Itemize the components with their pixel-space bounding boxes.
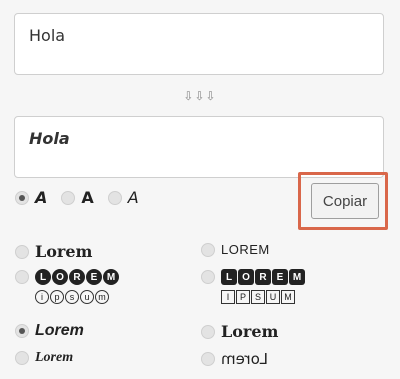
radio-button[interactable] <box>15 190 29 205</box>
font-sample-blackletter-bold: Lorem <box>221 322 279 341</box>
output-textarea[interactable]: Hola <box>14 116 384 178</box>
squared-dark-letter: E <box>272 269 288 285</box>
squared-letter: M <box>281 290 295 304</box>
squared-dark-letters: L O R E M <box>221 269 305 285</box>
radio-button[interactable] <box>201 242 215 257</box>
input-textarea[interactable]: Hola <box>14 13 384 75</box>
font-option-smallcaps[interactable]: LOREM <box>201 242 270 257</box>
circled-dark-letter: L <box>35 269 51 285</box>
circled-dark-letter: M <box>103 269 119 285</box>
font-sample-squared: L O R E M I P S U M <box>221 269 305 304</box>
font-option-bold-italic[interactable]: Lorem <box>15 322 84 340</box>
copy-button[interactable]: Copiar <box>311 183 379 219</box>
font-sample-bold-italic: Lorem <box>35 322 84 339</box>
style-radio-italic[interactable]: A <box>107 188 139 207</box>
circled-dark-letter: E <box>86 269 102 285</box>
squared-dark-letter: M <box>289 269 305 285</box>
style-label-bold-italic: A <box>35 188 48 207</box>
style-radio-group: A A A <box>15 188 139 207</box>
radio-button[interactable] <box>201 352 215 366</box>
font-option-mirrored[interactable]: Lorem <box>201 350 268 368</box>
circled-dark-letter: R <box>69 269 85 285</box>
squared-light-letters: I P S U M <box>221 290 305 304</box>
circled-letter: p <box>50 290 64 304</box>
squared-letter: U <box>266 290 280 304</box>
squared-dark-letter: O <box>238 269 254 285</box>
circled-dark-letter: O <box>52 269 68 285</box>
radio-button[interactable] <box>107 190 122 205</box>
squared-dark-letter: L <box>221 269 237 285</box>
font-option-script[interactable]: Lorem <box>15 350 73 366</box>
font-option-blackletter[interactable]: Lorem <box>15 242 92 261</box>
radio-button[interactable] <box>15 270 29 284</box>
radio-button[interactable] <box>201 324 215 339</box>
font-option-blackletter-bold[interactable]: Lorem <box>201 322 278 341</box>
style-radio-bold[interactable]: A <box>61 188 94 207</box>
font-option-squared[interactable]: L O R E M I P S U M <box>201 269 305 304</box>
radio-button[interactable] <box>201 270 215 284</box>
font-option-circled[interactable]: L O R E M i p s u m <box>15 269 119 304</box>
style-radio-bold-italic[interactable]: A <box>15 188 47 207</box>
output-text: Hola <box>29 129 70 148</box>
input-text: Hola <box>29 26 66 45</box>
radio-button[interactable] <box>15 351 29 365</box>
squared-letter: S <box>251 290 265 304</box>
circled-letter: m <box>95 290 109 304</box>
font-sample-caps: LOREM <box>221 242 270 257</box>
down-arrows-icon: ⇩⇩⇩ <box>183 89 217 103</box>
font-sample-blackletter: Lorem <box>35 242 93 261</box>
font-sample-circled: L O R E M i p s u m <box>35 269 119 304</box>
style-label-italic: A <box>127 188 139 207</box>
style-label-bold: A <box>81 188 94 207</box>
circled-letter: i <box>35 290 49 304</box>
squared-letter: P <box>236 290 250 304</box>
font-sample-mirrored: Lorem <box>221 350 268 368</box>
circled-letter: s <box>65 290 79 304</box>
font-sample-script: Lorem <box>35 350 74 365</box>
circled-dark-letters: L O R E M <box>35 269 119 285</box>
circled-light-letters: i p s u m <box>35 290 119 304</box>
squared-letter: I <box>221 290 235 304</box>
radio-button[interactable] <box>15 244 29 259</box>
radio-button[interactable] <box>15 324 29 338</box>
squared-dark-letter: R <box>255 269 271 285</box>
circled-letter: u <box>80 290 94 304</box>
radio-button[interactable] <box>61 190 76 205</box>
